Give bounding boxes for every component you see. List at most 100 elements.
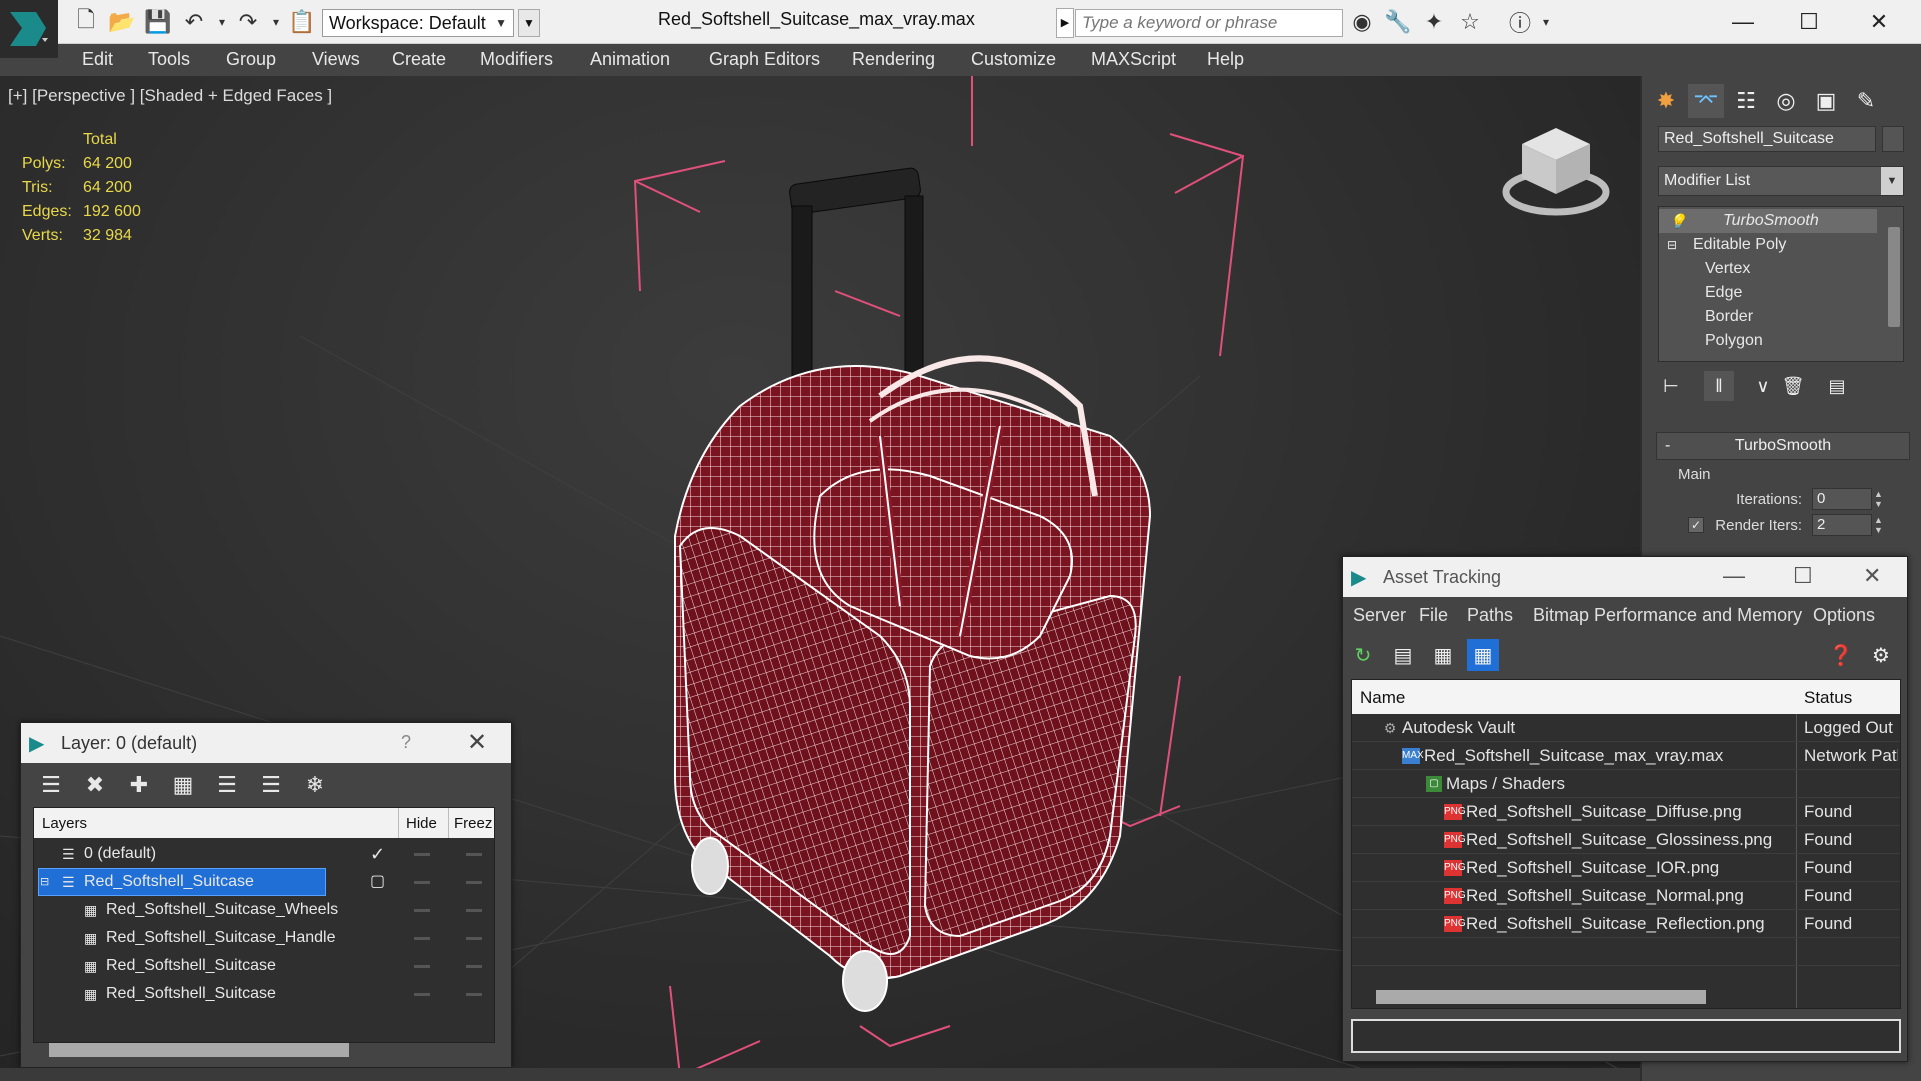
hide-toggle[interactable]	[414, 937, 430, 940]
column-name[interactable]: Name	[1360, 688, 1405, 708]
binoculars-icon[interactable]: ◉	[1348, 8, 1376, 36]
asset-window-titlebar[interactable]: ▶ Asset Tracking — ☐ ✕	[1343, 557, 1907, 597]
project-icon[interactable]: 📋	[288, 8, 316, 36]
menu-views[interactable]: Views	[312, 49, 360, 70]
menu-customize[interactable]: Customize	[971, 49, 1056, 70]
asset-row[interactable]: PNG Red_Softshell_Suitcase_Normal.png Fo…	[1352, 882, 1900, 910]
column-freeze[interactable]: Freez	[454, 815, 492, 832]
close-icon[interactable]: ✕	[1863, 563, 1881, 589]
freeze-toggle[interactable]	[466, 853, 482, 856]
hide-toggle[interactable]	[414, 853, 430, 856]
freeze-toggle[interactable]	[466, 881, 482, 884]
hide-toggle[interactable]	[414, 909, 430, 912]
collapse-icon[interactable]: ⊟	[1667, 233, 1677, 257]
object-row[interactable]: ▦ Red_Softshell_Suitcase	[34, 980, 494, 1008]
object-color-swatch[interactable]	[1882, 126, 1904, 152]
column-status[interactable]: Status	[1804, 688, 1852, 708]
create-tab-icon[interactable]: ✸	[1648, 84, 1684, 118]
viewport-label-menu[interactable]: [+] [Perspective ] [Shaded + Edged Faces…	[8, 86, 332, 106]
search-input[interactable]	[1075, 9, 1343, 37]
close-icon[interactable]: ✕	[467, 728, 487, 757]
freeze-toggle[interactable]	[466, 965, 482, 968]
menu-server[interactable]: Server	[1353, 605, 1406, 626]
tools-icon[interactable]: 🔧	[1384, 8, 1412, 36]
layer-row[interactable]: ⊟ ☰ Red_Softshell_Suitcase ▢	[34, 868, 494, 896]
help-options-icon[interactable]: ⚙	[1865, 639, 1897, 671]
modify-tab-icon[interactable]: ⌤	[1688, 84, 1724, 118]
asset-row[interactable]: PNG Red_Softshell_Suitcase_Reflection.pn…	[1352, 910, 1900, 938]
redo-dropdown-icon[interactable]: ▾	[262, 8, 290, 36]
help-dropdown-icon[interactable]: ▾	[1532, 8, 1560, 36]
delete-layer-icon[interactable]: ✖	[79, 769, 111, 801]
asset-row[interactable]: PNG Red_Softshell_Suitcase_Diffuse.png F…	[1352, 798, 1900, 826]
bulb-icon[interactable]: 💡	[1669, 209, 1686, 233]
remove-modifier-icon[interactable]: 🗑	[1778, 371, 1808, 401]
stack-item-polygon[interactable]: Polygon	[1659, 329, 1877, 353]
utilities-tab-icon[interactable]: ✎	[1848, 84, 1884, 118]
layer-window-titlebar[interactable]: ▶ Layer: 0 (default) ? ✕	[21, 723, 511, 763]
pin-stack-icon[interactable]: ⊢	[1656, 371, 1686, 401]
search-expand-icon[interactable]: ▶	[1056, 8, 1074, 38]
maximize-button[interactable]: ☐	[1786, 6, 1832, 38]
display-tab-icon[interactable]: ▣	[1808, 84, 1844, 118]
configure-sets-icon[interactable]: ▤	[1822, 371, 1852, 401]
menu-modifiers[interactable]: Modifiers	[480, 49, 553, 70]
set-active-layer-icon[interactable]: ▢	[370, 868, 385, 896]
help-icon[interactable]: ⓘ	[1506, 8, 1534, 36]
list-view-icon[interactable]: ▤	[1387, 639, 1419, 671]
menu-paths[interactable]: Paths	[1467, 605, 1513, 626]
collapse-icon[interactable]: ⊟	[40, 868, 49, 896]
highlight-layer-icon[interactable]: ☰	[211, 769, 243, 801]
menu-group[interactable]: Group	[226, 49, 276, 70]
redo-icon[interactable]: ↷	[234, 8, 262, 36]
asset-row[interactable]: PNG Red_Softshell_Suitcase_IOR.png Found	[1352, 854, 1900, 882]
refresh-icon[interactable]: ↻	[1347, 639, 1379, 671]
stack-item-turbosmooth[interactable]: 💡 TurboSmooth	[1659, 209, 1877, 233]
hide-toggle[interactable]	[414, 993, 430, 996]
add-to-layer-icon[interactable]: ✚	[123, 769, 155, 801]
layer-horizontal-scrollbar[interactable]	[49, 1043, 349, 1057]
hide-all-icon[interactable]: ☰	[255, 769, 287, 801]
favorites-icon[interactable]: ☆	[1456, 8, 1484, 36]
spinner-arrows-icon[interactable]: ▲ ▼	[1874, 515, 1883, 535]
freeze-all-icon[interactable]: ❄	[299, 769, 331, 801]
undo-icon[interactable]: ↶	[180, 8, 208, 36]
object-row[interactable]: ▦ Red_Softshell_Suitcase	[34, 952, 494, 980]
spinner-arrows-icon[interactable]: ▲ ▼	[1874, 489, 1883, 509]
new-layer-icon[interactable]: ☰	[35, 769, 67, 801]
hide-toggle[interactable]	[414, 881, 430, 884]
asset-row[interactable]: ⚙ Autodesk Vault Logged Out ...	[1352, 714, 1900, 742]
asset-row[interactable]: PNG Red_Softshell_Suitcase_Glossiness.pn…	[1352, 826, 1900, 854]
open-icon[interactable]: 📂	[108, 8, 136, 36]
menu-animation[interactable]: Animation	[590, 49, 670, 70]
freeze-toggle[interactable]	[466, 909, 482, 912]
close-button[interactable]: ✕	[1856, 6, 1902, 38]
help-button[interactable]: ?	[401, 732, 411, 753]
asset-row[interactable]: ▢ Maps / Shaders	[1352, 770, 1900, 798]
menu-graph-editors[interactable]: Graph Editors	[709, 49, 820, 70]
object-row[interactable]: ▦ Red_Softshell_Suitcase_Wheels	[34, 896, 494, 924]
menu-edit[interactable]: Edit	[82, 49, 113, 70]
menu-tools[interactable]: Tools	[148, 49, 190, 70]
iterations-spinner[interactable]: 0	[1812, 488, 1872, 510]
freeze-toggle[interactable]	[466, 993, 482, 996]
column-layers[interactable]: Layers	[42, 815, 87, 832]
minimize-button[interactable]: —	[1720, 6, 1766, 38]
menu-create[interactable]: Create	[392, 49, 446, 70]
show-end-result-icon[interactable]: ‖	[1704, 371, 1734, 401]
select-objects-icon[interactable]: ▦	[167, 769, 199, 801]
hierarchy-tab-icon[interactable]: ☷	[1728, 84, 1764, 118]
undo-dropdown-icon[interactable]: ▾	[208, 8, 236, 36]
save-icon[interactable]: 💾	[144, 8, 172, 36]
asset-horizontal-scrollbar[interactable]	[1376, 990, 1706, 1004]
render-iters-checkbox[interactable]: ✓	[1688, 517, 1704, 533]
help-icon[interactable]: ❓	[1825, 639, 1857, 671]
workspace-menu-button[interactable]: ▼	[518, 9, 540, 37]
make-unique-icon[interactable]: ∨	[1748, 371, 1778, 401]
turbosmooth-rollout-header[interactable]: - TurboSmooth	[1656, 432, 1910, 460]
app-logo-icon[interactable]	[0, 0, 58, 58]
menu-bitmap-performance[interactable]: Bitmap Performance and Memory	[1533, 605, 1802, 626]
thumbnail-view-icon[interactable]: ▦	[1427, 639, 1459, 671]
menu-file[interactable]: File	[1419, 605, 1448, 626]
new-file-icon[interactable]: 🗋	[72, 7, 100, 36]
